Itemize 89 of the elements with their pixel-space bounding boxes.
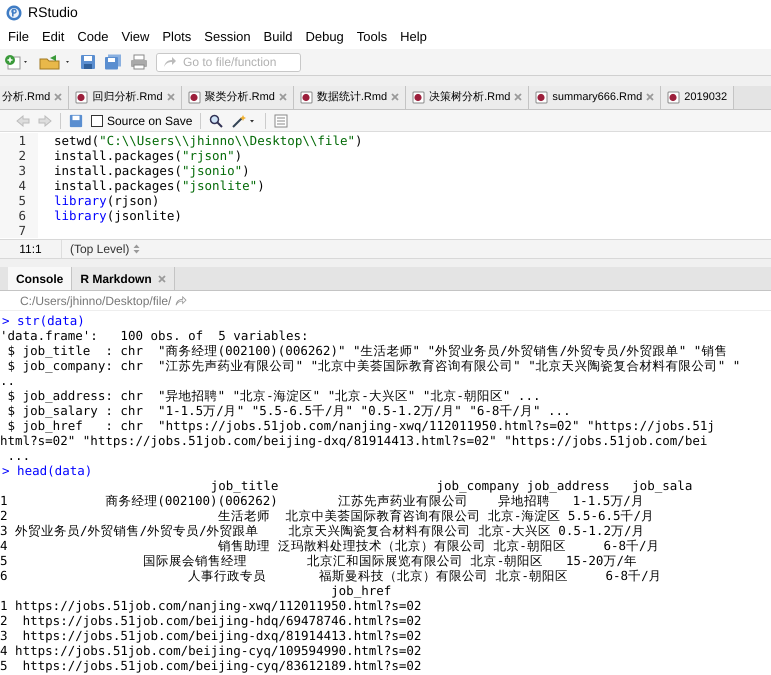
rmd-file-icon xyxy=(75,90,88,104)
close-icon[interactable] xyxy=(646,93,654,101)
line-number: 2 xyxy=(0,148,38,163)
console-output: 3 外贸业务员/外贸销售/外贸专员/外贸跟单 北京天兴陶瓷复合材料有限公司 北京-大兴区 0.5-1.2万/月 xyxy=(0,523,645,538)
close-icon[interactable] xyxy=(391,93,400,101)
save-icon[interactable] xyxy=(69,114,83,128)
open-folder-icon[interactable] xyxy=(38,54,72,70)
line-number: 1 xyxy=(0,133,38,148)
menu-item[interactable]: Tools xyxy=(356,27,388,47)
line-number: 6 xyxy=(0,208,38,223)
console-output: 5 https://jobs.51job.com/beijing-cyq/83612189.html?s=02 xyxy=(0,658,422,673)
console-output: 1 商务经理(002100)(006262) 江苏先声药业有限公司 异地招聘 1-1.5万/月 xyxy=(0,493,644,508)
code-line: install.packages("rjson") xyxy=(53,148,242,163)
editor-tab[interactable]: 2019032 xyxy=(661,86,734,109)
scope-selector[interactable]: (Top Level) xyxy=(62,240,140,258)
save-all-icon[interactable] xyxy=(104,54,122,70)
menu-item[interactable]: Code xyxy=(77,27,108,47)
updown-icon xyxy=(133,244,140,254)
rmd-file-icon xyxy=(412,90,426,104)
console-tab[interactable]: R Markdown xyxy=(72,267,175,290)
close-icon[interactable] xyxy=(54,93,62,101)
console-prompt: > str(data) xyxy=(1,313,85,328)
rmd-file-icon xyxy=(300,90,313,104)
console-output: job_title job_company job_address job_sala xyxy=(210,478,692,493)
close-icon[interactable] xyxy=(278,93,287,101)
menu-item[interactable]: Edit xyxy=(42,27,64,47)
code-line: setwd("C:\\Users\\jhinno\\Desktop\\file") xyxy=(53,133,363,148)
editor-tab[interactable]: 聚类分析.Rmd xyxy=(182,86,294,109)
menu-item[interactable]: Session xyxy=(204,27,251,47)
code-line: install.packages("jsonio") xyxy=(53,163,250,178)
console-output: 'data.frame': 100 obs. of 5 variables: xyxy=(0,328,309,343)
console-output: $ job_address: chr "异地招聘" "北京-海淀区" "北京-大兴区" "北京-朝阳区" ... xyxy=(6,388,540,403)
menu-item[interactable]: Help xyxy=(400,27,427,47)
arrow-icon xyxy=(163,56,177,68)
menu-item[interactable]: Plots xyxy=(162,27,192,47)
menu-item[interactable]: View xyxy=(121,27,150,47)
console-tab[interactable]: Console xyxy=(8,267,72,290)
forward-icon[interactable] xyxy=(38,114,52,126)
editor-tab[interactable]: summary666.Rmd xyxy=(529,86,662,109)
console-output: $ job_salary : chr "1-1.5万/月" "5.5-6.5千/月" "0.5-1.2万/月" "6-8千/月" ... xyxy=(6,403,571,418)
editor-tab[interactable]: 分析.Rmd xyxy=(0,86,70,109)
line-number: 7 xyxy=(0,223,38,238)
cursor-position: 11:1 xyxy=(0,240,62,258)
console-output: $ job_href : chr "https://jobs.51job.com/nanjing-xwq/112011950.html?s=02" "https://jobs.51j xyxy=(6,418,715,433)
editor-tab[interactable]: 数据统计.Rmd xyxy=(294,86,406,109)
line-number: 5 xyxy=(0,193,38,208)
editor-tab[interactable]: 回归分析.Rmd xyxy=(69,86,182,109)
console-output: 4 https://jobs.51job.com/beijing-cyq/109594990.html?s=02 xyxy=(0,643,422,658)
console-output: 6 人事行政专员 福斯曼科技（北京）有限公司 北京-朝阳区 6-8千/月 xyxy=(0,568,662,583)
source-on-save-label: Source on Save xyxy=(107,112,192,130)
console-output: ... xyxy=(6,448,30,463)
console-output: html?s=02" "https://jobs.51job.com/beijing-dxq/81914413.html?s=02" "https://jobs.51job.com/bei xyxy=(0,433,708,448)
line-number: 3 xyxy=(0,163,38,178)
console-output: 1 https://jobs.51job.com/nanjing-xwq/112011950.html?s=02 xyxy=(0,598,422,613)
go-to-file-placeholder: Go to file/function xyxy=(183,54,276,71)
console-output: 4 销售助理 泛玛散料处理技术（北京）有限公司 北京-朝阳区 6-8千/月 xyxy=(0,538,660,553)
save-icon[interactable] xyxy=(80,54,96,70)
rmd-file-icon xyxy=(535,90,548,104)
menu-item[interactable]: File xyxy=(8,27,29,47)
console-prompt: > head(data) xyxy=(1,463,92,478)
menu-item[interactable]: Debug xyxy=(305,27,344,47)
outline-icon[interactable] xyxy=(274,114,288,128)
console-output: $ job_title : chr "商务经理(002100)(006262)" "生活老师" "外贸业务员/外贸销售/外贸专员/外贸跟单" "销售 xyxy=(6,343,728,358)
search-icon[interactable] xyxy=(209,114,224,128)
console-output: 3 https://jobs.51job.com/beijing-dxq/81914413.html?s=02 xyxy=(0,628,422,643)
source-on-save-checkbox[interactable] xyxy=(91,114,103,126)
rmd-file-icon xyxy=(188,90,201,104)
console-output: job_href xyxy=(330,583,392,598)
console-output: 2 https://jobs.51job.com/beijing-hdq/69478746.html?s=02 xyxy=(0,613,422,628)
back-icon[interactable] xyxy=(16,114,30,126)
code-line: install.packages("jsonlite") xyxy=(53,178,265,193)
arrow-icon[interactable] xyxy=(175,296,188,306)
line-number: 4 xyxy=(0,178,38,193)
code-line: library(jsonlite) xyxy=(53,208,182,223)
window-title: RStudio xyxy=(28,3,78,22)
close-icon[interactable] xyxy=(158,274,166,282)
editor-tab[interactable]: 决策树分析.Rmd xyxy=(406,86,530,109)
console-output: .. xyxy=(0,373,16,388)
console-output: 2 生活老师 北京中美荟国际教育咨询有限公司 北京-海淀区 5.5-6.5千/月 xyxy=(0,508,654,523)
close-icon[interactable] xyxy=(514,93,522,101)
console-output: 5 国际展会销售经理 北京汇和国际展览有限公司 北京-朝阳区 15-20万/年 xyxy=(0,553,637,568)
working-directory: C:/Users/jhinno/Desktop/file/ xyxy=(20,292,172,310)
print-icon[interactable] xyxy=(130,54,148,70)
rmd-file-icon xyxy=(667,90,680,104)
new-file-icon[interactable] xyxy=(4,54,30,70)
close-icon[interactable] xyxy=(166,93,175,101)
menu-item[interactable]: Build xyxy=(264,27,292,47)
console-output: $ job_company: chr "江苏先声药业有限公司" "北京中美荟国际教育咨询有限公司" "北京天兴陶瓷复合材料有限公司" " xyxy=(6,358,740,373)
code-line: library(rjson) xyxy=(53,193,160,208)
